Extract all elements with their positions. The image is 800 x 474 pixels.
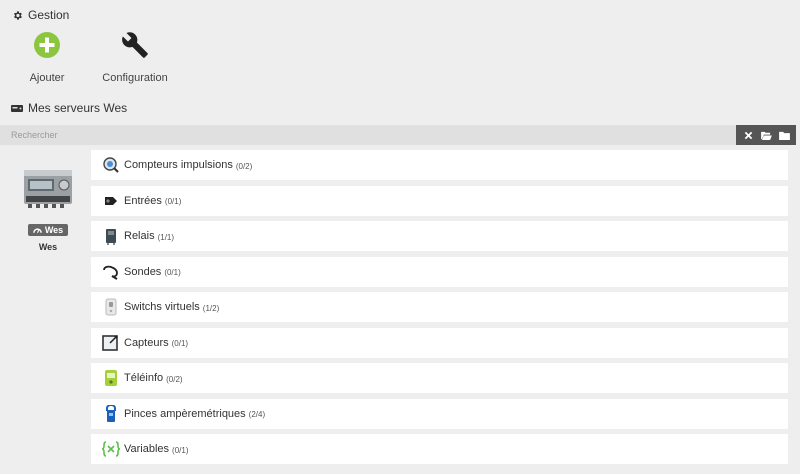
pulse-counter-icon [102, 156, 120, 174]
category-count: (0/1) [172, 445, 189, 455]
virtual-switch-icon [102, 298, 120, 316]
input-icon [102, 192, 120, 210]
gestion-heading: Gestion [11, 8, 69, 22]
category-count: (0/1) [164, 197, 182, 206]
category-label: Pinces ampèremétriques [124, 407, 246, 420]
category-virtual-switches[interactable]: Switchs virtuels (1/2) [91, 292, 788, 322]
probe-icon [102, 263, 120, 281]
gestion-title: Gestion [28, 8, 70, 22]
gauge-icon [33, 228, 42, 233]
category-count: (1/1) [157, 232, 175, 242]
search-bar [0, 125, 796, 145]
server-badge: Wes [27, 224, 69, 236]
category-count: (0/1) [164, 268, 181, 277]
open-folder-button[interactable] [759, 128, 773, 142]
category-inputs[interactable]: Entrées (0/1) [91, 185, 788, 216]
category-count: (0/2) [166, 374, 183, 384]
gear-icon [11, 9, 23, 21]
servers-title: Mes serveurs Wes [28, 101, 128, 115]
category-count: (0/2) [235, 161, 253, 171]
add-button[interactable]: Ajouter [24, 30, 70, 84]
clamp-meter-icon [102, 404, 120, 423]
relay-icon [102, 227, 120, 245]
category-count: (0/1) [171, 339, 189, 348]
category-count: (2/4) [248, 410, 266, 419]
folder-button[interactable] [777, 128, 791, 142]
category-label: Capteurs [124, 336, 169, 349]
folder-open-icon [760, 131, 772, 140]
close-icon [744, 131, 752, 139]
plus-circle-icon [32, 30, 62, 60]
category-label: Relais [124, 230, 155, 242]
category-label: Entrées [124, 194, 162, 207]
servers-heading: Mes serveurs Wes [11, 101, 127, 115]
category-variables[interactable]: Variables (0/1) [91, 434, 788, 464]
category-sensors[interactable]: Capteurs (0/1) [91, 327, 788, 358]
configuration-button[interactable]: Configuration [100, 30, 170, 84]
category-pulse-counters[interactable]: Compteurs impulsions (0/2) [91, 150, 788, 180]
wes-device-image [22, 164, 74, 212]
category-list: Compteurs impulsions (0/2) Entrées (0/1)… [91, 150, 788, 470]
category-label: Téléinfo [124, 372, 164, 384]
wrench-icon [120, 30, 150, 60]
category-label: Sondes [124, 265, 162, 278]
server-name: Wes [38, 242, 58, 252]
server-badge-label: Wes [44, 225, 64, 235]
category-label: Variables [124, 443, 170, 455]
category-label: Compteurs impulsions [124, 159, 233, 171]
category-teleinfo[interactable]: Téléinfo (0/2) [91, 363, 788, 393]
add-label: Ajouter [29, 72, 65, 84]
category-count: (1/2) [202, 303, 220, 313]
category-label: Switchs virtuels [124, 301, 200, 313]
server-icon [11, 102, 23, 114]
configuration-label: Configuration [102, 72, 168, 84]
folder-icon [778, 131, 790, 140]
variables-icon [102, 440, 120, 458]
teleinfo-icon [102, 369, 120, 387]
clear-search-button[interactable] [741, 128, 755, 142]
search-toolbar [736, 125, 796, 145]
category-relays[interactable]: Relais (1/1) [91, 221, 788, 251]
category-clamp-meters[interactable]: Pinces ampèremétriques (2/4) [91, 398, 788, 429]
category-probes[interactable]: Sondes (0/1) [91, 256, 788, 287]
sensor-icon [102, 334, 120, 352]
server-tile[interactable]: Wes Wes [20, 164, 76, 252]
search-input[interactable] [0, 125, 730, 145]
